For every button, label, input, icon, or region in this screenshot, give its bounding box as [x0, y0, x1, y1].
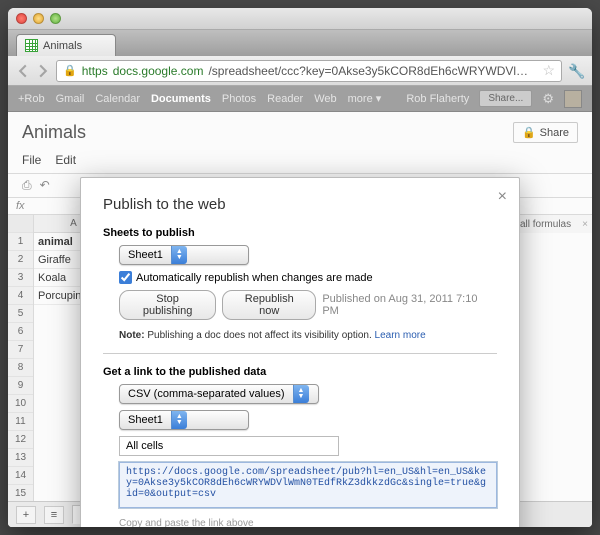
published-timestamp: Published on Aug 31, 2011 7:10 PM	[322, 293, 497, 317]
publish-dialog: × Publish to the web Sheets to publish S…	[80, 177, 520, 527]
gbar-share-button[interactable]: Share...	[479, 90, 532, 107]
back-button[interactable]	[16, 64, 30, 78]
url-host: docs.google.com	[113, 64, 204, 78]
gbar-item[interactable]: Calendar	[95, 93, 140, 105]
auto-republish-checkbox[interactable]: Automatically republish when changes are…	[119, 271, 497, 284]
window-close-button[interactable]	[16, 13, 27, 24]
auto-republish-input[interactable]	[119, 271, 132, 284]
url-scheme: https	[82, 64, 108, 78]
dialog-title: Publish to the web	[103, 196, 497, 213]
sheets-to-publish-select[interactable]: Sheet1 ▲▼	[119, 245, 249, 265]
gbar-item[interactable]: Gmail	[56, 93, 85, 105]
select-arrows-icon: ▲▼	[293, 385, 309, 403]
browser-window: Animals 🔒 https docs.google.com /spreads…	[8, 8, 592, 527]
copy-hint: Copy and paste the link above	[119, 518, 497, 527]
gbar-item-more[interactable]: more ▾	[348, 92, 382, 105]
tab-strip: Animals	[8, 30, 592, 56]
gbar-item[interactable]: +Rob	[18, 93, 45, 105]
titlebar	[8, 8, 592, 30]
window-zoom-button[interactable]	[50, 13, 61, 24]
window-minimize-button[interactable]	[33, 13, 44, 24]
gbar-right: Rob Flaherty Share... ⚙	[406, 90, 582, 108]
forward-button[interactable]	[36, 64, 50, 78]
publish-note: Note: Publishing a doc does not affect i…	[119, 330, 497, 341]
bookmark-star-icon[interactable]: ☆	[542, 62, 555, 79]
gbar-item[interactable]: Web	[314, 93, 336, 105]
lock-icon: 🔒	[63, 64, 77, 77]
published-link-textarea[interactable]: https://docs.google.com/spreadsheet/pub?…	[119, 462, 497, 508]
wrench-menu-icon[interactable]: 🔧	[568, 63, 584, 79]
gbar-item[interactable]: Photos	[222, 93, 256, 105]
window-controls	[16, 13, 61, 24]
stop-publishing-button[interactable]: Stop publishing	[119, 290, 216, 320]
dialog-close-button[interactable]: ×	[498, 188, 507, 206]
avatar[interactable]	[564, 90, 582, 108]
gbar-item[interactable]: Reader	[267, 93, 303, 105]
sheets-favicon-icon	[25, 39, 38, 52]
modal-backdrop: × Publish to the web Sheets to publish S…	[8, 112, 592, 527]
format-select[interactable]: CSV (comma-separated values) ▲▼	[119, 384, 319, 404]
select-arrows-icon: ▲▼	[171, 411, 187, 429]
divider	[103, 353, 497, 354]
google-nav-bar: +Rob Gmail Calendar Documents Photos Rea…	[8, 86, 592, 112]
section-link-label: Get a link to the published data	[103, 366, 497, 378]
address-bar[interactable]: 🔒 https docs.google.com /spreadsheet/ccc…	[56, 60, 562, 82]
browser-tab[interactable]: Animals	[16, 34, 116, 56]
tab-title: Animals	[43, 40, 82, 52]
republish-now-button[interactable]: Republish now	[222, 290, 316, 320]
learn-more-link[interactable]: Learn more	[375, 330, 426, 341]
select-arrows-icon: ▲▼	[171, 246, 187, 264]
gear-icon[interactable]: ⚙	[542, 91, 554, 107]
url-path: /spreadsheet/ccc?key=0Akse3y5kCOR8dEh6cW…	[208, 64, 537, 78]
cell-range-input[interactable]	[119, 436, 339, 456]
link-sheet-select[interactable]: Sheet1 ▲▼	[119, 410, 249, 430]
gbar-item-active[interactable]: Documents	[151, 93, 211, 105]
gbar-username[interactable]: Rob Flaherty	[406, 93, 469, 105]
section-sheets-label: Sheets to publish	[103, 227, 497, 239]
toolbar: 🔒 https docs.google.com /spreadsheet/ccc…	[8, 56, 592, 86]
document-content: Animals 🔒 Share File Edit ⎙ ↶ fx 1 2 3 4…	[8, 112, 592, 527]
